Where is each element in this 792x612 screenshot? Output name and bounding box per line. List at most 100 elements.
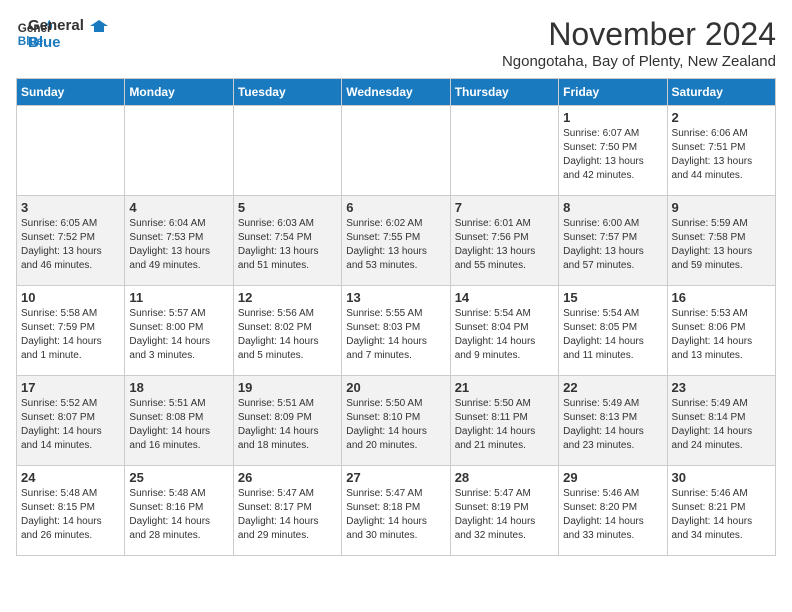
- day-number: 21: [455, 380, 554, 395]
- month-title: November 2024: [502, 16, 776, 53]
- logo-general: General: [28, 17, 108, 34]
- calendar-cell: 30 Sunrise: 5:46 AM Sunset: 8:21 PM Dayli…: [667, 466, 775, 556]
- day-number: 27: [346, 470, 445, 485]
- day-number: 5: [238, 200, 337, 215]
- calendar-cell: [17, 106, 125, 196]
- day-number: 1: [563, 110, 662, 125]
- calendar-cell: 10Sunrise: 5:58 AM Sunset: 7:59 PM Dayli…: [17, 286, 125, 376]
- day-info: Sunrise: 5:46 AM Sunset: 8:20 PM Dayligh…: [563, 487, 662, 543]
- day-info: Sunrise: 5:51 AM Sunset: 8:09 PM Dayligh…: [238, 397, 337, 453]
- day-info: Sunrise: 5:50 AM Sunset: 8:11 PM Dayligh…: [455, 397, 554, 453]
- day-info: Sunrise: 5:57 AM Sunset: 8:00 PM Dayligh…: [129, 307, 228, 363]
- day-info: Sunrise: 5:56 AM Sunset: 8:02 PM Dayligh…: [238, 307, 337, 363]
- day-info: Sunrise: 5:49 AM Sunset: 8:14 PM Dayligh…: [672, 397, 771, 453]
- weekday-header: Sunday: [17, 79, 125, 106]
- calendar-cell: 6Sunrise: 6:02 AM Sunset: 7:55 PM Daylig…: [342, 196, 450, 286]
- weekday-header: Wednesday: [342, 79, 450, 106]
- calendar-cell: 18 Sunrise: 5:51 AM Sunset: 8:08 PM Dayli…: [125, 376, 233, 466]
- day-number: 22: [563, 380, 662, 395]
- day-info: Sunrise: 5:48 AM Sunset: 8:15 PM Dayligh…: [21, 487, 120, 543]
- day-info: Sunrise: 6:05 AM Sunset: 7:52 PM Dayligh…: [21, 217, 120, 273]
- calendar-cell: 4 Sunrise: 6:04 AM Sunset: 7:53 PM Daylig…: [125, 196, 233, 286]
- calendar-cell: 20Sunrise: 5:50 AM Sunset: 8:10 PM Dayli…: [342, 376, 450, 466]
- day-info: Sunrise: 5:50 AM Sunset: 8:10 PM Dayligh…: [346, 397, 445, 453]
- day-info: Sunrise: 5:46 AM Sunset: 8:21 PM Dayligh…: [672, 487, 771, 543]
- day-number: 25: [129, 470, 228, 485]
- calendar-table: SundayMondayTuesdayWednesdayThursdayFrid…: [16, 78, 776, 556]
- day-number: 29: [563, 470, 662, 485]
- day-number: 4: [129, 200, 228, 215]
- title-block: November 2024 Ngongotaha, Bay of Plenty,…: [502, 16, 776, 70]
- day-info: Sunrise: 5:47 AM Sunset: 8:19 PM Dayligh…: [455, 487, 554, 543]
- day-info: Sunrise: 5:49 AM Sunset: 8:13 PM Dayligh…: [563, 397, 662, 453]
- calendar-cell: 29 Sunrise: 5:46 AM Sunset: 8:20 PM Dayli…: [559, 466, 667, 556]
- calendar-cell: [233, 106, 341, 196]
- calendar-week-row: 17 Sunrise: 5:52 AM Sunset: 8:07 PM Dayli…: [17, 376, 776, 466]
- day-number: 10: [21, 290, 120, 305]
- calendar-cell: 16Sunrise: 5:53 AM Sunset: 8:06 PM Dayli…: [667, 286, 775, 376]
- day-number: 11: [129, 290, 228, 305]
- calendar-cell: 28 Sunrise: 5:47 AM Sunset: 8:19 PM Dayli…: [450, 466, 558, 556]
- day-number: 14: [455, 290, 554, 305]
- calendar-cell: 2Sunrise: 6:06 AM Sunset: 7:51 PM Daylig…: [667, 106, 775, 196]
- day-info: Sunrise: 6:01 AM Sunset: 7:56 PM Dayligh…: [455, 217, 554, 273]
- day-number: 7: [455, 200, 554, 215]
- weekday-header-row: SundayMondayTuesdayWednesdayThursdayFrid…: [17, 79, 776, 106]
- day-info: Sunrise: 6:00 AM Sunset: 7:57 PM Dayligh…: [563, 217, 662, 273]
- day-info: Sunrise: 6:03 AM Sunset: 7:54 PM Dayligh…: [238, 217, 337, 273]
- calendar-cell: 22 Sunrise: 5:49 AM Sunset: 8:13 PM Dayli…: [559, 376, 667, 466]
- calendar-cell: 24 Sunrise: 5:48 AM Sunset: 8:15 PM Dayli…: [17, 466, 125, 556]
- calendar-cell: 15 Sunrise: 5:54 AM Sunset: 8:05 PM Dayli…: [559, 286, 667, 376]
- day-info: Sunrise: 5:47 AM Sunset: 8:17 PM Dayligh…: [238, 487, 337, 543]
- calendar-cell: 11 Sunrise: 5:57 AM Sunset: 8:00 PM Dayli…: [125, 286, 233, 376]
- day-number: 13: [346, 290, 445, 305]
- day-info: Sunrise: 6:07 AM Sunset: 7:50 PM Dayligh…: [563, 127, 662, 183]
- logo-blue: Blue: [28, 34, 108, 51]
- day-number: 3: [21, 200, 120, 215]
- calendar-week-row: 3 Sunrise: 6:05 AM Sunset: 7:52 PM Daylig…: [17, 196, 776, 286]
- calendar-cell: 17 Sunrise: 5:52 AM Sunset: 8:07 PM Dayli…: [17, 376, 125, 466]
- day-number: 17: [21, 380, 120, 395]
- day-number: 30: [672, 470, 771, 485]
- day-number: 15: [563, 290, 662, 305]
- calendar-cell: 26Sunrise: 5:47 AM Sunset: 8:17 PM Dayli…: [233, 466, 341, 556]
- calendar-cell: 5 Sunrise: 6:03 AM Sunset: 7:54 PM Daylig…: [233, 196, 341, 286]
- calendar-cell: 21 Sunrise: 5:50 AM Sunset: 8:11 PM Dayli…: [450, 376, 558, 466]
- calendar-cell: 12Sunrise: 5:56 AM Sunset: 8:02 PM Dayli…: [233, 286, 341, 376]
- calendar-cell: 1 Sunrise: 6:07 AM Sunset: 7:50 PM Daylig…: [559, 106, 667, 196]
- day-number: 8: [563, 200, 662, 215]
- weekday-header: Saturday: [667, 79, 775, 106]
- day-info: Sunrise: 5:52 AM Sunset: 8:07 PM Dayligh…: [21, 397, 120, 453]
- logo-bird-icon: [90, 18, 108, 34]
- calendar-cell: 19Sunrise: 5:51 AM Sunset: 8:09 PM Dayli…: [233, 376, 341, 466]
- calendar-cell: 27 Sunrise: 5:47 AM Sunset: 8:18 PM Dayli…: [342, 466, 450, 556]
- calendar-cell: 13 Sunrise: 5:55 AM Sunset: 8:03 PM Dayli…: [342, 286, 450, 376]
- weekday-header: Friday: [559, 79, 667, 106]
- day-number: 24: [21, 470, 120, 485]
- calendar-cell: 14 Sunrise: 5:54 AM Sunset: 8:04 PM Dayli…: [450, 286, 558, 376]
- day-number: 28: [455, 470, 554, 485]
- day-info: Sunrise: 5:51 AM Sunset: 8:08 PM Dayligh…: [129, 397, 228, 453]
- calendar-cell: 3 Sunrise: 6:05 AM Sunset: 7:52 PM Daylig…: [17, 196, 125, 286]
- calendar-cell: 9 Sunrise: 5:59 AM Sunset: 7:58 PM Daylig…: [667, 196, 775, 286]
- calendar-week-row: 1 Sunrise: 6:07 AM Sunset: 7:50 PM Daylig…: [17, 106, 776, 196]
- calendar-cell: 25 Sunrise: 5:48 AM Sunset: 8:16 PM Dayli…: [125, 466, 233, 556]
- day-info: Sunrise: 5:54 AM Sunset: 8:04 PM Dayligh…: [455, 307, 554, 363]
- day-info: Sunrise: 5:54 AM Sunset: 8:05 PM Dayligh…: [563, 307, 662, 363]
- day-number: 9: [672, 200, 771, 215]
- calendar-cell: [125, 106, 233, 196]
- day-info: Sunrise: 5:48 AM Sunset: 8:16 PM Dayligh…: [129, 487, 228, 543]
- day-info: Sunrise: 6:04 AM Sunset: 7:53 PM Dayligh…: [129, 217, 228, 273]
- day-info: Sunrise: 5:53 AM Sunset: 8:06 PM Dayligh…: [672, 307, 771, 363]
- calendar-cell: [342, 106, 450, 196]
- day-info: Sunrise: 5:47 AM Sunset: 8:18 PM Dayligh…: [346, 487, 445, 543]
- day-number: 18: [129, 380, 228, 395]
- day-info: Sunrise: 5:59 AM Sunset: 7:58 PM Dayligh…: [672, 217, 771, 273]
- location-title: Ngongotaha, Bay of Plenty, New Zealand: [502, 53, 776, 70]
- weekday-header: Thursday: [450, 79, 558, 106]
- page-header: General Blue General Blue November 2024 …: [16, 16, 776, 70]
- day-number: 6: [346, 200, 445, 215]
- calendar-cell: 8 Sunrise: 6:00 AM Sunset: 7:57 PM Daylig…: [559, 196, 667, 286]
- calendar-cell: 7 Sunrise: 6:01 AM Sunset: 7:56 PM Daylig…: [450, 196, 558, 286]
- day-info: Sunrise: 5:55 AM Sunset: 8:03 PM Dayligh…: [346, 307, 445, 363]
